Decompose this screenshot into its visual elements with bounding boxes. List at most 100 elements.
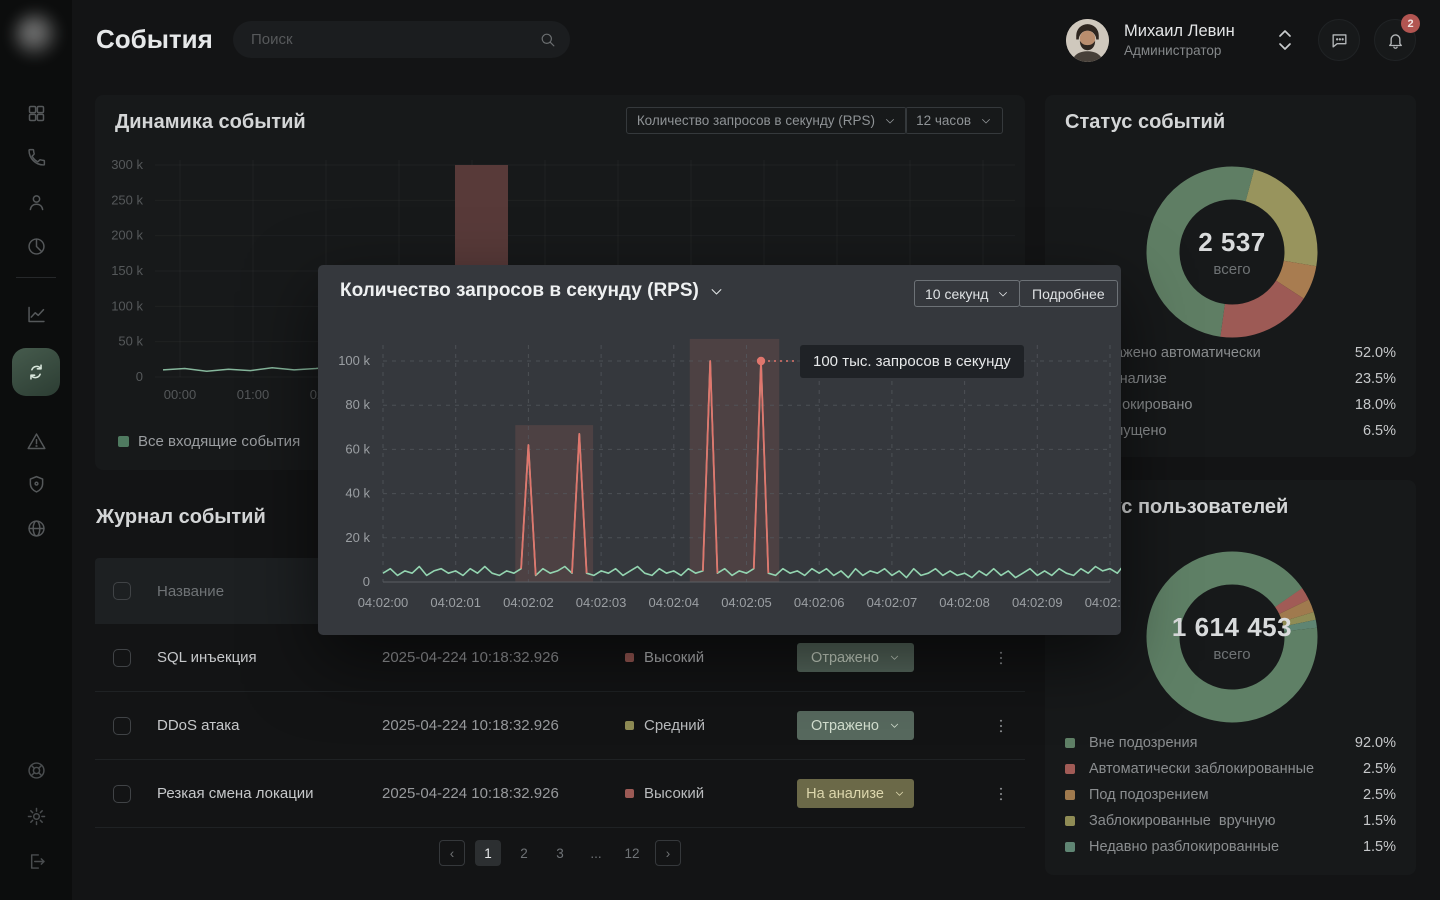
svg-text:50 k: 50 k <box>118 334 143 349</box>
avatar[interactable] <box>1066 19 1109 62</box>
users-status-legend-row: Недавно разблокированные 1.5% <box>1065 834 1396 860</box>
legend-label: Автоматически заблокированные <box>1089 761 1363 777</box>
trend-icon <box>26 304 47 325</box>
row-checkbox[interactable] <box>113 649 131 667</box>
sidebar-item-network[interactable] <box>14 510 58 546</box>
page-title: События <box>96 24 213 55</box>
search-box[interactable] <box>233 21 570 58</box>
sidebar-item-calls[interactable] <box>14 139 58 175</box>
legend-label: Вне подозрения <box>1089 735 1355 751</box>
row-menu-button[interactable] <box>992 649 1010 667</box>
legend-percent: 2.5% <box>1363 761 1396 777</box>
event-status-select[interactable]: Отражено <box>797 643 914 672</box>
legend-label: Под подозрением <box>1089 787 1363 803</box>
event-status-select[interactable]: На анализе <box>797 779 914 808</box>
event-status-select[interactable]: Отражено <box>797 711 914 740</box>
svg-text:04:02:07: 04:02:07 <box>867 595 918 610</box>
sidebar-item-reports[interactable] <box>14 228 58 264</box>
svg-text:0: 0 <box>363 574 370 589</box>
legend-percent: 23.5% <box>1355 371 1396 387</box>
metric-select[interactable]: Количество запросов в секунду (RPS) <box>626 107 907 134</box>
legend-label: Заблокированные вручную <box>1089 813 1363 829</box>
svg-text:04:02:03: 04:02:03 <box>576 595 627 610</box>
sidebar-item-settings[interactable] <box>14 798 58 834</box>
sidebar-item-events[interactable] <box>12 348 60 396</box>
sidebar-item-analytics[interactable] <box>14 296 58 332</box>
events-status-title: Статус событий <box>1065 111 1225 134</box>
legend-percent: 6.5% <box>1363 423 1396 439</box>
event-severity: Высокий <box>625 649 782 666</box>
sidebar-item-dashboard[interactable] <box>14 95 58 131</box>
svg-text:04:02:06: 04:02:06 <box>794 595 845 610</box>
sidebar-item-alerts[interactable] <box>14 423 58 459</box>
svg-text:60 k: 60 k <box>345 441 370 456</box>
journal-row[interactable]: DDoS атака 2025-04-224 10:18:32.926 Сред… <box>95 692 1025 760</box>
svg-text:04:02:09: 04:02:09 <box>1012 595 1063 610</box>
legend-swatch <box>118 436 129 447</box>
svg-text:00:00: 00:00 <box>164 387 197 402</box>
event-datetime: 2025-04-224 10:18:32.926 <box>382 785 625 802</box>
rps-modal-title-dropdown[interactable]: Количество запросов в секунду (RPS) <box>340 280 724 302</box>
chevron-down-icon <box>889 652 900 663</box>
sidebar-item-security[interactable] <box>14 466 58 502</box>
kebab-icon <box>992 717 1010 735</box>
legend-label: Заблокировано <box>1089 397 1355 413</box>
user-role: Администратор <box>1124 43 1221 58</box>
bell-icon <box>1386 31 1405 50</box>
chart-tooltip: 100 тыс. запросов в секунду <box>800 345 1024 378</box>
chevron-down-icon <box>709 284 724 299</box>
pagination-prev-button[interactable]: ‹ <box>439 840 465 866</box>
users-status-legend-row: Под подозрением 2.5% <box>1065 782 1396 808</box>
pagination-ellipsis: ... <box>583 840 609 866</box>
legend-label: На анализе <box>1089 371 1355 387</box>
event-name: SQL инъекция <box>157 649 382 666</box>
user-menu-chevrons-icon[interactable] <box>1276 28 1294 52</box>
legend-label: Все входящие события <box>138 433 300 450</box>
svg-text:80 k: 80 k <box>345 397 370 412</box>
pagination-next-button[interactable]: › <box>655 840 681 866</box>
chat-icon <box>1330 31 1349 50</box>
row-checkbox[interactable] <box>113 785 131 803</box>
svg-text:04:02:01: 04:02:01 <box>430 595 481 610</box>
pagination-page-2[interactable]: 2 <box>511 840 537 866</box>
users-status-legend: Вне подозрения 92.0% Автоматически забло… <box>1065 730 1396 860</box>
legend-swatch <box>1065 738 1075 748</box>
notifications-button[interactable]: 2 <box>1374 19 1416 61</box>
dynamics-legend-item: Все входящие события <box>118 433 300 450</box>
legend-label: Пропущено <box>1089 423 1363 439</box>
select-all-checkbox[interactable] <box>113 582 131 600</box>
sidebar-item-logout[interactable] <box>14 843 58 879</box>
svg-text:250 k: 250 k <box>111 192 143 207</box>
pagination-page-1[interactable]: 1 <box>475 840 501 866</box>
legend-label: Недавно разблокированные <box>1089 839 1363 855</box>
event-datetime: 2025-04-224 10:18:32.926 <box>382 717 625 734</box>
search-icon <box>539 31 556 48</box>
svg-text:200 k: 200 k <box>111 228 143 243</box>
row-menu-button[interactable] <box>992 785 1010 803</box>
sidebar-item-users[interactable] <box>14 184 58 220</box>
user-name: Михаил Левин <box>1124 22 1235 41</box>
event-datetime: 2025-04-224 10:18:32.926 <box>382 649 625 666</box>
messages-button[interactable] <box>1318 19 1360 61</box>
svg-text:04:02:08: 04:02:08 <box>939 595 990 610</box>
legend-percent: 1.5% <box>1363 839 1396 855</box>
chevron-down-icon <box>889 720 900 731</box>
svg-text:04:02:02: 04:02:02 <box>503 595 554 610</box>
pie-icon <box>26 236 47 257</box>
range-select[interactable]: 12 часов <box>905 107 1003 134</box>
pagination-page-3[interactable]: 3 <box>547 840 573 866</box>
pagination-page-12[interactable]: 12 <box>619 840 645 866</box>
row-menu-button[interactable] <box>992 717 1010 735</box>
users-status-legend-row: Вне подозрения 92.0% <box>1065 730 1396 756</box>
search-input[interactable] <box>251 31 539 48</box>
sidebar-item-support[interactable] <box>14 752 58 788</box>
details-button[interactable]: Подробнее <box>1019 280 1118 307</box>
sidebar <box>0 0 72 900</box>
chevron-down-icon <box>894 788 905 799</box>
globe-icon <box>26 518 47 539</box>
journal-row[interactable]: Резкая смена локации 2025-04-224 10:18:3… <box>95 760 1025 828</box>
journal-title: Журнал событий <box>96 506 266 529</box>
row-checkbox[interactable] <box>113 717 131 735</box>
events-dynamics-title: Динамика событий <box>115 111 306 134</box>
interval-select[interactable]: 10 секунд <box>914 280 1020 307</box>
